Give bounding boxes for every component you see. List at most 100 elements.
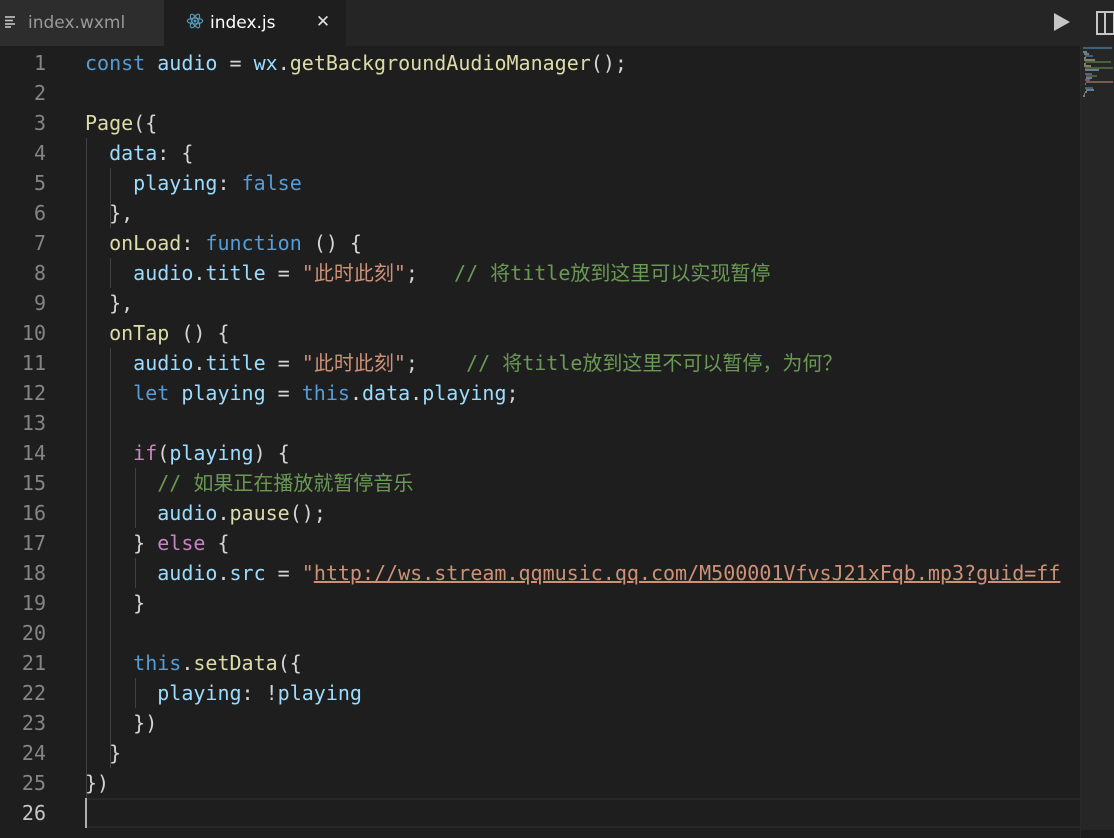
code-text: } <box>85 738 121 768</box>
code-line[interactable]: 6 }, <box>0 198 1080 228</box>
code-token: false <box>241 171 302 195</box>
code-token: () { <box>169 321 230 345</box>
code-token: = <box>265 351 302 375</box>
code-token: data <box>361 381 411 405</box>
code-token: audio <box>157 501 218 525</box>
code-token: } <box>85 741 122 765</box>
code-token: (); <box>289 501 326 525</box>
code-token: . <box>277 51 290 75</box>
scrollbar-thumb[interactable] <box>1081 46 1114 830</box>
code-text: let playing = this.data.playing; <box>85 378 518 408</box>
line-number: 6 <box>33 201 46 225</box>
code-token: else <box>157 531 206 555</box>
code-line[interactable]: 13 <box>0 408 1080 438</box>
code-line[interactable]: 2 <box>0 78 1080 108</box>
code-token: { <box>205 531 230 555</box>
line-number: 14 <box>21 441 46 465</box>
code-text: onLoad: function () { <box>85 228 362 258</box>
code-text: } else { <box>85 528 230 558</box>
code-token: ( <box>157 441 170 465</box>
code-token: (); <box>590 51 627 75</box>
code-line[interactable]: 10 onTap () { <box>0 318 1080 348</box>
code-line[interactable]: 8 audio.title = "此时此刻"; // 将title放到这里可以实… <box>0 258 1080 288</box>
code-token: Page <box>85 111 134 135</box>
code-token: ; <box>405 261 455 285</box>
code-token: : <box>217 171 242 195</box>
code-text: this.setData({ <box>85 648 302 678</box>
code-line[interactable]: 4 data: { <box>0 138 1080 168</box>
tab-index-wxml[interactable]: index.wxml <box>0 0 164 46</box>
code-token: playing <box>181 381 266 405</box>
split-editor-icon[interactable] <box>1096 10 1114 36</box>
code-editor[interactable]: 1 const audio = wx.getBackgroundAudioMana… <box>0 48 1080 838</box>
code-token: = <box>217 51 254 75</box>
line-number: 1 <box>33 51 46 75</box>
code-line[interactable]: 17 } else { <box>0 528 1080 558</box>
code-text: audio.src = "http://ws.stream.qqmusic.qq… <box>85 558 1060 588</box>
code-text: playing: false <box>85 168 302 198</box>
code-text: if(playing) { <box>85 438 290 468</box>
react-atom-icon <box>186 12 204 34</box>
code-token: onTap <box>109 321 170 345</box>
tab-label: index.wxml <box>28 13 126 33</box>
code-line[interactable]: 20 <box>0 618 1080 648</box>
code-token: }, <box>85 201 134 225</box>
code-text: }, <box>85 288 133 318</box>
line-number: 21 <box>21 651 46 675</box>
code-text: }) <box>85 768 109 798</box>
code-line[interactable]: 21 this.setData({ <box>0 648 1080 678</box>
code-line[interactable]: 23 }) <box>0 708 1080 738</box>
code-token: }) <box>85 771 110 795</box>
code-line[interactable]: 14 if(playing) { <box>0 438 1080 468</box>
line-number: 10 <box>21 321 46 345</box>
code-token: title <box>205 351 266 375</box>
file-lines-icon <box>4 14 22 32</box>
code-token: . <box>193 351 206 375</box>
code-line[interactable]: 19 } <box>0 588 1080 618</box>
code-line[interactable]: 22 playing: !playing <box>0 678 1080 708</box>
code-token: audio <box>133 351 194 375</box>
code-line[interactable]: 7 onLoad: function () { <box>0 228 1080 258</box>
code-token: audio <box>157 51 218 75</box>
current-line-highlight <box>85 798 1080 828</box>
line-number: 12 <box>21 381 46 405</box>
code-token: = <box>265 261 302 285</box>
code-line[interactable]: 24 } <box>0 738 1080 768</box>
code-link[interactable]: http://ws.stream.qqmusic.qq.com/M500001V… <box>314 561 1061 585</box>
code-token: getBackgroundAudioManager <box>289 51 591 75</box>
code-text: } <box>85 588 145 618</box>
code-line[interactable]: 18 audio.src = "http://ws.stream.qqmusic… <box>0 558 1080 588</box>
code-token: setData <box>193 651 278 675</box>
code-line[interactable]: 1 const audio = wx.getBackgroundAudioMana… <box>0 48 1080 78</box>
code-line[interactable]: 16 audio.pause(); <box>0 498 1080 528</box>
code-line[interactable]: 5 playing: false <box>0 168 1080 198</box>
code-line[interactable]: 9 }, <box>0 288 1080 318</box>
code-line[interactable]: 12 let playing = this.data.playing; <box>0 378 1080 408</box>
close-icon[interactable]: ✕ <box>312 11 334 33</box>
code-line[interactable]: 15 // 如果正在播放就暂停音乐 <box>0 468 1080 498</box>
code-token: const <box>85 51 146 75</box>
code-text: audio.title = "此时此刻"; // 将title放到这里可以实现暂… <box>85 258 770 288</box>
code-text: onTap () { <box>85 318 230 348</box>
code-text: Page({ <box>85 108 157 138</box>
code-token: ) { <box>253 441 290 465</box>
line-number: 18 <box>21 561 46 585</box>
tab-index-js[interactable]: index.js ✕ <box>164 0 346 46</box>
code-line[interactable]: 11 audio.title = "此时此刻"; // 将title放到这里不可… <box>0 348 1080 378</box>
code-line[interactable]: 3 Page({ <box>0 108 1080 138</box>
code-line[interactable]: 25}) <box>0 768 1080 798</box>
line-number: 8 <box>33 261 46 285</box>
code-token: // 将title放到这里可以实现暂停 <box>454 261 771 285</box>
minimap[interactable] <box>1081 46 1114 106</box>
code-token: . <box>193 261 206 285</box>
play-icon[interactable] <box>1048 9 1074 35</box>
